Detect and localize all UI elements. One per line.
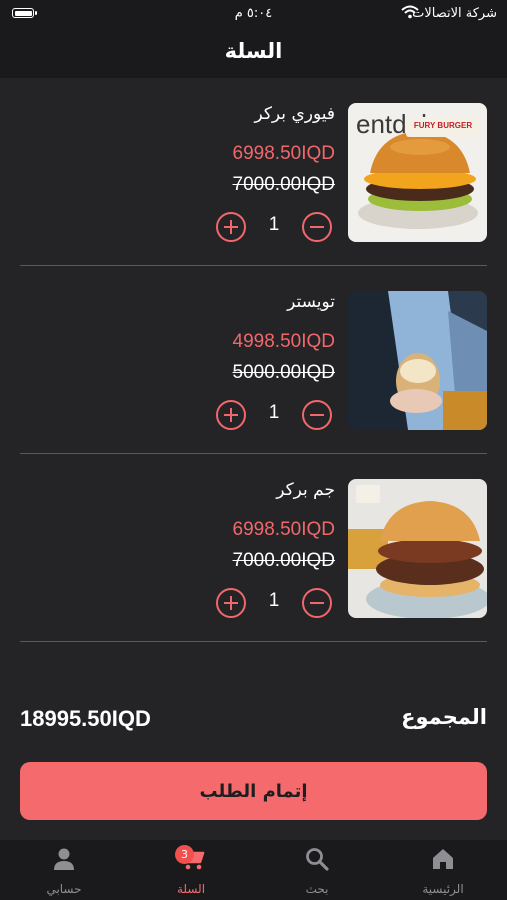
tab-search[interactable]: بحث — [277, 840, 357, 900]
tab-cart[interactable]: 3 السلة — [151, 840, 231, 900]
item-image-twister — [348, 291, 487, 430]
quantity-value: 1 — [268, 214, 280, 235]
checkout-label: إتمام الطلب — [199, 780, 308, 802]
total-value: 18995.50IQD — [20, 706, 151, 731]
item-old-price: 5000.00IQD — [232, 362, 335, 383]
status-time: ٥:٠٤ م — [234, 6, 273, 21]
search-icon — [277, 846, 357, 872]
decrease-quantity-button[interactable] — [302, 400, 332, 430]
total-label: المجموع — [401, 705, 487, 729]
tab-label: بحث — [305, 882, 329, 896]
page-title: السلة — [224, 39, 283, 63]
quantity-value: 1 — [268, 402, 280, 423]
status-bar: شركة الاتصالات ٥:٠٤ م — [0, 0, 507, 28]
item-price: 4998.50IQD — [232, 331, 335, 352]
quantity-value: 1 — [268, 590, 280, 611]
item-old-price: 7000.00IQD — [232, 174, 335, 195]
tab-label: السلة — [176, 882, 206, 896]
cart-item: جم بركر 6998.50IQD 7000.00IQD 1 — [0, 454, 507, 642]
person-icon — [24, 846, 104, 872]
item-name: فيوري بركر — [254, 104, 335, 124]
item-image-fury-burger: entdel FURY BURGER — [348, 103, 487, 242]
tab-home[interactable]: الرئيسية — [403, 840, 483, 900]
cart-badge: 3 — [175, 845, 194, 864]
divider — [20, 641, 487, 642]
item-name: تويستر — [287, 292, 335, 312]
item-price: 6998.50IQD — [232, 143, 335, 164]
increase-quantity-button[interactable] — [216, 400, 246, 430]
item-name: جم بركر — [276, 480, 335, 500]
cart-list: entdel FURY BURGER فيوري بركر 6998.50IQD… — [0, 78, 507, 642]
item-price: 6998.50IQD — [232, 519, 335, 540]
checkout-button[interactable]: إتمام الطلب — [20, 762, 487, 820]
decrease-quantity-button[interactable] — [302, 212, 332, 242]
increase-quantity-button[interactable] — [216, 588, 246, 618]
cart-item: entdel FURY BURGER فيوري بركر 6998.50IQD… — [0, 78, 507, 266]
tab-label: الرئيسية — [422, 882, 464, 896]
tab-label: حسابي — [46, 882, 82, 896]
fury-burger-logo: FURY BURGER — [414, 121, 472, 130]
increase-quantity-button[interactable] — [216, 212, 246, 242]
tab-bar: الرئيسية بحث 3 السلة حسابي — [0, 840, 507, 900]
battery-icon — [12, 8, 37, 18]
item-old-price: 7000.00IQD — [232, 550, 335, 571]
cart-item: تويستر 4998.50IQD 5000.00IQD 1 — [0, 266, 507, 454]
home-icon — [403, 846, 483, 872]
header: السلة — [0, 28, 507, 78]
item-image-gem-burger — [348, 479, 487, 618]
total-row: 18995.50IQD المجموع — [0, 700, 507, 740]
decrease-quantity-button[interactable] — [302, 588, 332, 618]
tab-account[interactable]: حسابي — [24, 840, 104, 900]
